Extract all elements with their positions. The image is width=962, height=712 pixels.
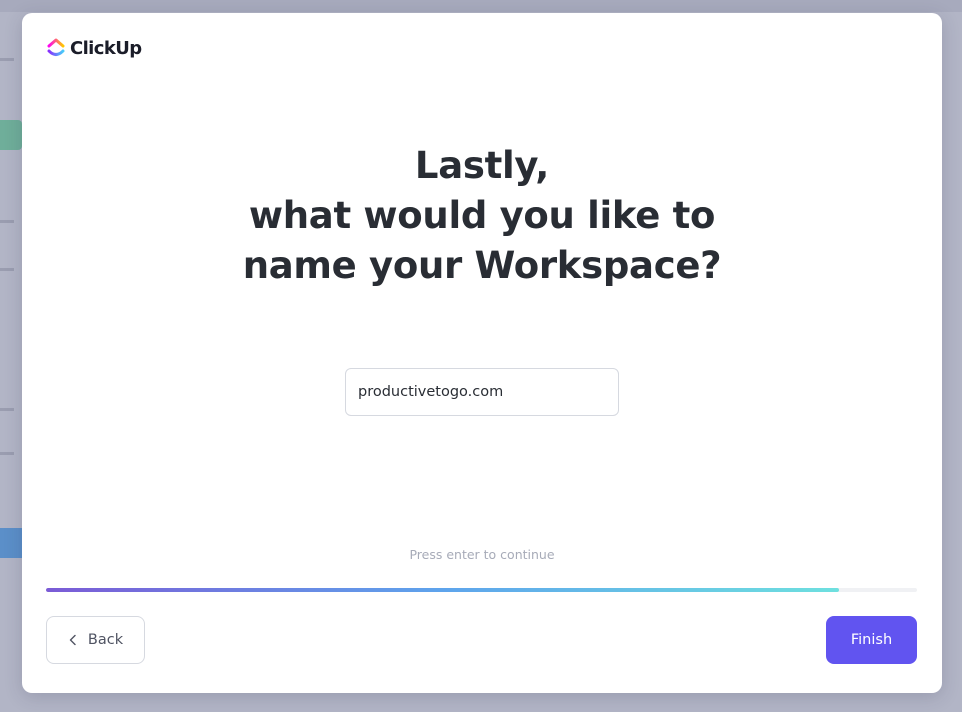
background-line — [0, 58, 14, 61]
clickup-logo: ClickUp — [47, 37, 142, 59]
background-line — [0, 220, 14, 223]
background-green-button — [0, 120, 22, 150]
background-line — [0, 452, 14, 455]
background-blue-item — [0, 528, 22, 558]
progress-bar — [46, 588, 917, 592]
title-line: name your Workspace? — [242, 244, 722, 287]
title-line: Lastly, — [414, 144, 550, 187]
continue-hint: Press enter to continue — [409, 547, 555, 562]
finish-button[interactable]: Finish — [826, 616, 917, 664]
chevron-left-icon — [69, 634, 76, 646]
brand-name: ClickUp — [70, 37, 142, 59]
back-button[interactable]: Back — [46, 616, 145, 664]
title-line: what would you like to — [248, 194, 716, 237]
workspace-name-input[interactable] — [345, 368, 619, 416]
back-button-label: Back — [87, 632, 124, 648]
progress-fill — [46, 588, 839, 592]
background-banner — [0, 0, 962, 12]
clickup-logo-icon — [47, 38, 65, 56]
background-line — [0, 268, 14, 271]
background-line — [0, 408, 14, 411]
onboarding-modal: ClickUp Lastly, what would you like to n… — [22, 13, 942, 693]
page-title: Lastly, what would you like to name your… — [22, 141, 942, 291]
